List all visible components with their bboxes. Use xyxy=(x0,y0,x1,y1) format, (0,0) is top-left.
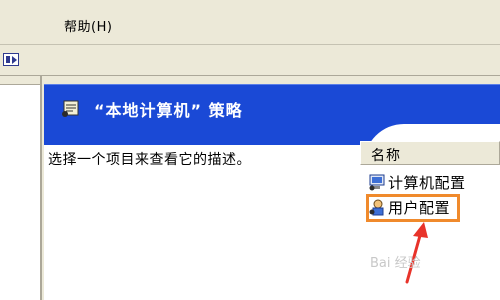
toolbar xyxy=(0,45,500,76)
tree-pane-header xyxy=(0,76,40,85)
tree-pane[interactable] xyxy=(0,76,42,300)
column-header-label: 名称 xyxy=(371,148,401,164)
computer-config-icon xyxy=(369,174,385,191)
description-text: 选择一个项目来查看它的描述。 xyxy=(48,152,251,168)
watermark: Bai 经验 xyxy=(370,256,421,271)
policy-scroll-icon xyxy=(62,100,79,117)
menu-help[interactable]: 帮助(H) xyxy=(64,16,112,35)
policy-title: “本地计算机” 策略 xyxy=(94,101,243,120)
highlight-box xyxy=(366,194,460,222)
show-hide-tree-icon[interactable] xyxy=(3,53,19,66)
column-header-name[interactable]: 名称 xyxy=(360,141,500,165)
menu-bar: 帮助(H) xyxy=(0,0,500,45)
list-item-label: 计算机配置 xyxy=(388,174,466,192)
details-pane: “本地计算机” 策略 选择一个项目来查看它的描述。 名称 计算机配置 用户配置 xyxy=(44,84,500,300)
